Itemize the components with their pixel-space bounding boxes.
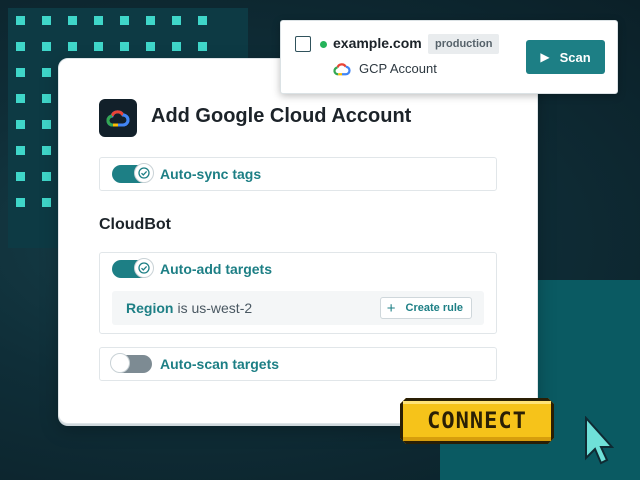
auto-add-row: Auto-add targets Region is us-west-2 + C… (99, 252, 497, 334)
grid-dot (146, 16, 155, 25)
auto-scan-label: Auto-scan targets (160, 356, 280, 372)
grid-dot (42, 198, 51, 207)
scan-button[interactable]: ▶ Scan (526, 40, 605, 74)
target-domain: example.com (333, 35, 422, 51)
grid-dot (16, 16, 25, 25)
target-checkbox[interactable] (295, 36, 311, 52)
plus-icon: + (386, 299, 396, 317)
grid-dot (42, 120, 51, 129)
auto-add-label: Auto-add targets (160, 261, 272, 277)
auto-sync-label: Auto-sync tags (160, 166, 262, 182)
grid-dot (16, 172, 25, 181)
grid-dot (198, 42, 207, 51)
scan-label: Scan (559, 49, 591, 65)
create-rule-button[interactable]: + Create rule (379, 297, 472, 319)
target-card: example.com production GCP Account ▶ Sca… (280, 20, 618, 94)
grid-dot (42, 146, 51, 155)
auto-sync-toggle[interactable] (112, 163, 154, 183)
grid-dot (42, 16, 51, 25)
grid-dot (16, 146, 25, 155)
grid-dot (16, 94, 25, 103)
grid-dot (16, 42, 25, 51)
environment-badge: production (428, 34, 500, 54)
page-title: Add Google Cloud Account (151, 105, 412, 127)
grid-dot (42, 68, 51, 77)
create-rule-label: Create rule (405, 302, 463, 314)
grid-dot (16, 120, 25, 129)
add-account-card: Add Google Cloud Account Auto-sync tags … (58, 58, 538, 424)
grid-dot (172, 16, 181, 25)
check-icon (134, 258, 154, 278)
cursor-icon (584, 415, 615, 471)
gcp-logo-icon (99, 99, 137, 137)
grid-dot (94, 16, 103, 25)
connect-label: CONNECT (427, 408, 527, 434)
auto-scan-toggle[interactable] (110, 353, 152, 373)
gcp-logo-icon (333, 61, 351, 82)
play-icon: ▶ (540, 50, 550, 64)
grid-dot (94, 42, 103, 51)
grid-dot (68, 42, 77, 51)
region-rule: Region is us-west-2 + Create rule (112, 291, 484, 325)
grid-dot (42, 42, 51, 51)
grid-dot (146, 42, 155, 51)
auto-sync-row: Auto-sync tags (99, 157, 497, 191)
grid-dot (172, 42, 181, 51)
toggle-knob (110, 353, 130, 373)
grid-dot (16, 68, 25, 77)
grid-dot (120, 16, 129, 25)
rule-value: is us-west-2 (177, 300, 253, 316)
grid-dot (68, 16, 77, 25)
check-icon (134, 163, 154, 183)
grid-dot (42, 94, 51, 103)
account-label: GCP Account (359, 61, 437, 76)
grid-dot (16, 198, 25, 207)
section-title-cloudbot: CloudBot (99, 216, 171, 233)
grid-dot (42, 172, 51, 181)
auto-scan-row: Auto-scan targets (99, 347, 497, 381)
status-dot (320, 41, 327, 48)
auto-add-toggle[interactable] (112, 258, 154, 278)
grid-dot (120, 42, 129, 51)
connect-button[interactable]: CONNECT (400, 398, 554, 444)
grid-dot (198, 16, 207, 25)
rule-key: Region (126, 300, 174, 316)
